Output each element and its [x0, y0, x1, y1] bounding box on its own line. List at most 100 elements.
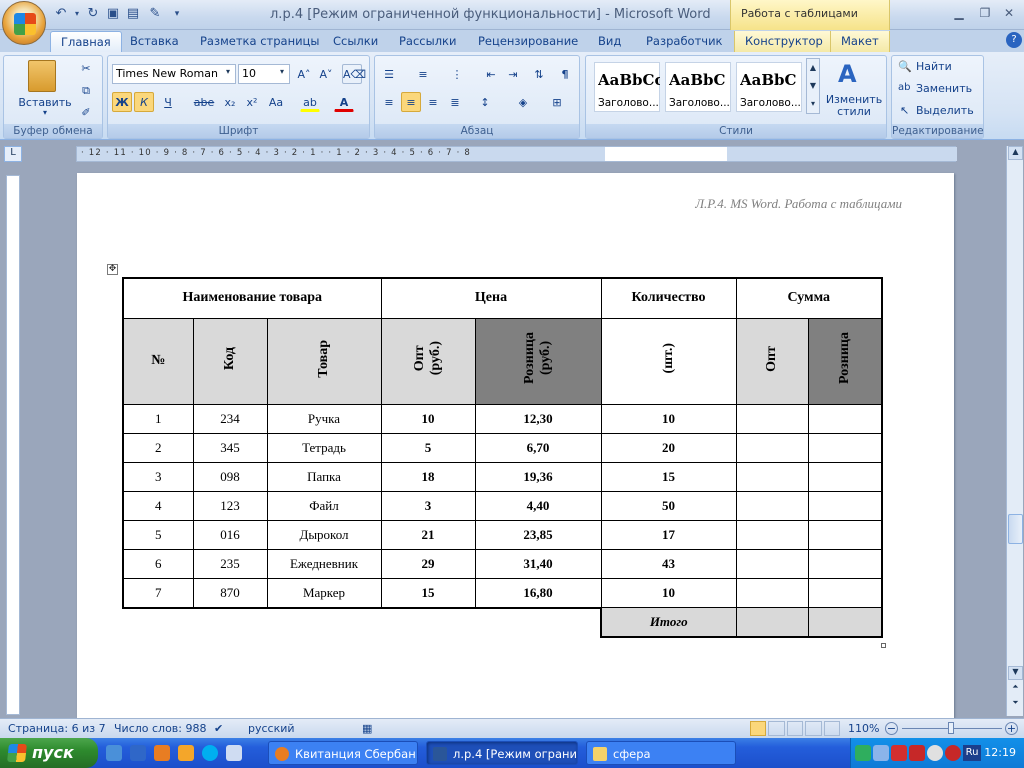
table-row[interactable]: 5 016 Дырокол 21 23,85 17: [122, 519, 883, 550]
cell-quantity[interactable]: 50: [600, 490, 737, 521]
line-spacing-icon[interactable]: ↕: [475, 92, 495, 112]
cell-code[interactable]: 123: [192, 490, 268, 521]
tab-page-layout[interactable]: Разметка страницы: [190, 31, 329, 52]
office-button[interactable]: [2, 1, 46, 45]
styles-scroll[interactable]: ▲ ▼ ▾: [806, 58, 820, 114]
cell-code[interactable]: 345: [192, 432, 268, 463]
increase-indent-icon[interactable]: ⇥: [503, 64, 523, 84]
tray-k-icon[interactable]: [909, 745, 925, 761]
tab-references[interactable]: Ссылки: [323, 31, 388, 52]
qat-customize-icon[interactable]: ▾: [168, 5, 186, 23]
multilevel-list-icon[interactable]: ⋮: [447, 64, 467, 84]
highlight-icon[interactable]: ab: [300, 92, 320, 112]
cell-sum-retail[interactable]: [807, 461, 883, 492]
task-firefox[interactable]: Квитанция Сбербан...: [268, 741, 418, 765]
start-button[interactable]: пуск: [0, 738, 98, 768]
cell-retail[interactable]: 12,30: [474, 403, 602, 434]
table-row[interactable]: 7 870 Маркер 15 16,80 10: [122, 577, 883, 608]
cell-wholesale[interactable]: 15: [380, 577, 476, 608]
document-page[interactable]: Л.Р.4. MS Word. Работа с таблицами ✥ Наи…: [77, 173, 954, 718]
paste-dropdown-icon[interactable]: ▾: [20, 108, 70, 117]
spelling-status-icon[interactable]: ✔: [214, 722, 223, 735]
page-count[interactable]: Страница: 6 из 7: [8, 722, 106, 735]
decrease-indent-icon[interactable]: ⇤: [481, 64, 501, 84]
cell-sum-wholesale[interactable]: [735, 519, 809, 550]
tray-shield-icon[interactable]: [945, 745, 961, 761]
minimize-icon[interactable]: ▁: [948, 4, 970, 22]
cell-retail[interactable]: 16,80: [474, 577, 602, 608]
cell-sum-wholesale[interactable]: [735, 461, 809, 492]
cut-icon[interactable]: ✂: [76, 58, 96, 78]
table-row[interactable]: 2 345 Тетрадь 5 6,70 20: [122, 432, 883, 463]
tab-view[interactable]: Вид: [588, 31, 631, 52]
font-name-dropdown-icon[interactable]: ▾: [226, 67, 230, 76]
table-move-handle-icon[interactable]: ✥: [107, 264, 118, 275]
zoom-slider-thumb[interactable]: [948, 722, 954, 734]
print-layout-view-icon[interactable]: [750, 721, 767, 736]
cell-number[interactable]: 6: [122, 548, 194, 579]
zoom-in-icon[interactable]: +: [1005, 722, 1018, 735]
cell-sum-retail[interactable]: [807, 432, 883, 463]
clear-format-icon[interactable]: A⌫: [342, 64, 366, 84]
word-count[interactable]: Число слов: 988: [114, 722, 207, 735]
table-row[interactable]: 3 098 Папка 18 19,36 15: [122, 461, 883, 492]
shrink-font-icon[interactable]: A˅: [316, 64, 336, 84]
quicklaunch-more-icon[interactable]: [226, 745, 242, 761]
task-word[interactable]: л.р.4 [Режим ограни...: [426, 741, 578, 765]
tab-selector[interactable]: L: [4, 146, 22, 162]
cell-retail[interactable]: 19,36: [474, 461, 602, 492]
align-left-icon[interactable]: ≡: [379, 92, 399, 112]
redo-icon[interactable]: ↻: [84, 5, 102, 23]
cell-retail[interactable]: 4,40: [474, 490, 602, 521]
mail-icon[interactable]: [178, 745, 194, 761]
table-row[interactable]: 1 234 Ручка 10 12,30 10: [122, 403, 883, 434]
cell-number[interactable]: 3: [122, 461, 194, 492]
draft-view-icon[interactable]: [823, 721, 841, 736]
cell-quantity[interactable]: 20: [600, 432, 737, 463]
italic-button[interactable]: К: [134, 92, 154, 112]
cell-item[interactable]: Дырокол: [266, 519, 382, 550]
tray-network-icon[interactable]: [855, 745, 871, 761]
cell-sum-wholesale[interactable]: [735, 490, 809, 521]
cell-number[interactable]: 4: [122, 490, 194, 521]
cell-sum-wholesale[interactable]: [735, 577, 809, 608]
cell-number[interactable]: 7: [122, 577, 194, 608]
cell-wholesale[interactable]: 3: [380, 490, 476, 521]
language[interactable]: русский: [248, 722, 295, 735]
cell-code[interactable]: 235: [192, 548, 268, 579]
numbering-icon[interactable]: ≡: [413, 64, 433, 84]
cell-item[interactable]: Ручка: [266, 403, 382, 434]
tab-review[interactable]: Рецензирование: [468, 31, 588, 52]
cell-item[interactable]: Файл: [266, 490, 382, 521]
cell-sum-retail[interactable]: [807, 403, 883, 434]
font-color-icon[interactable]: A: [334, 92, 354, 112]
skype-icon[interactable]: [202, 745, 218, 761]
cell-sum-retail[interactable]: [807, 577, 883, 608]
cell-number[interactable]: 5: [122, 519, 194, 550]
restore-icon[interactable]: ❐: [974, 4, 996, 22]
firefox-icon[interactable]: [154, 745, 170, 761]
change-case-button[interactable]: Aa: [266, 92, 286, 112]
cell-item[interactable]: Тетрадь: [266, 432, 382, 463]
cell-wholesale[interactable]: 5: [380, 432, 476, 463]
cell-number[interactable]: 1: [122, 403, 194, 434]
table-row[interactable]: 4 123 Файл 3 4,40 50: [122, 490, 883, 521]
cell-sum-wholesale[interactable]: [735, 432, 809, 463]
cell-quantity[interactable]: 10: [600, 403, 737, 434]
cell-item[interactable]: Папка: [266, 461, 382, 492]
cell-quantity[interactable]: 10: [600, 577, 737, 608]
web-layout-view-icon[interactable]: [786, 721, 804, 736]
scroll-up-icon[interactable]: ▲: [1008, 146, 1023, 160]
shading-icon[interactable]: ◈: [513, 92, 533, 112]
replace-button[interactable]: Заменить: [916, 82, 972, 95]
cell-wholesale[interactable]: 29: [380, 548, 476, 579]
borders-icon[interactable]: ⊞: [547, 92, 567, 112]
cell-code[interactable]: 234: [192, 403, 268, 434]
find-button[interactable]: Найти: [916, 60, 952, 73]
print-preview-icon[interactable]: ▤: [124, 5, 142, 23]
cell-quantity[interactable]: 43: [600, 548, 737, 579]
spelling-icon[interactable]: ✎: [146, 5, 164, 23]
cell-sum-retail[interactable]: [807, 490, 883, 521]
cell-retail[interactable]: 31,40: [474, 548, 602, 579]
cell-retail[interactable]: 23,85: [474, 519, 602, 550]
